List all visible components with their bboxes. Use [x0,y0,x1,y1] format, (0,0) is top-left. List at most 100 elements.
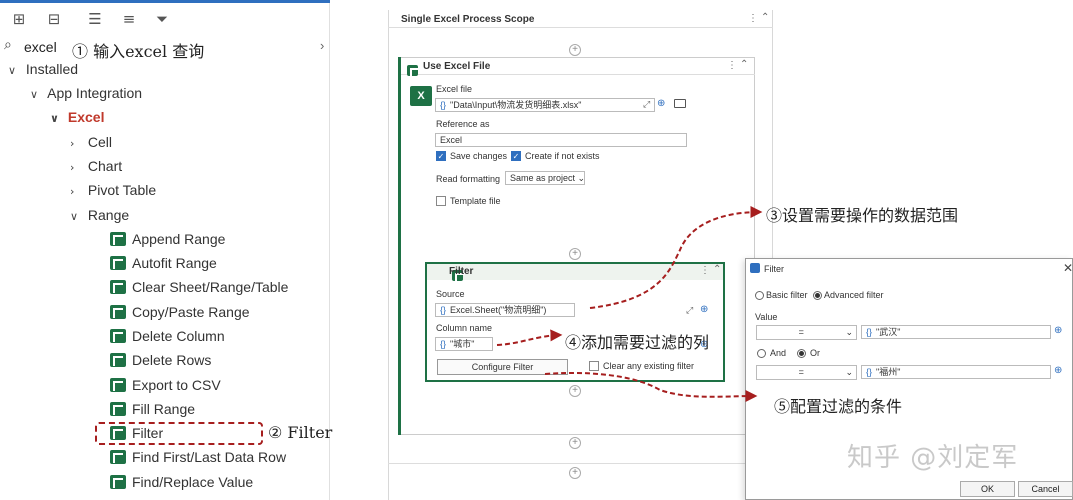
activity-fill-range[interactable]: Fill Range [110,397,195,421]
chevron-right-icon: › [70,137,75,150]
plus-icon[interactable]: ⊕ [1054,365,1062,376]
activity-accent-bar [398,57,401,435]
activity-append-range[interactable]: Append Range [110,227,225,251]
activity-label: Export to CSV [132,377,221,393]
excel-activity-icon [110,256,126,270]
source-label: Source [436,289,465,299]
search-icon: ⌕ [4,37,12,53]
source-value: Excel.Sheet("物流明细") [450,305,547,315]
chevron-down-icon: ∨ [50,112,59,125]
excel-file-value: "Data\Input\物流发货明细表.xlsx" [450,100,582,110]
or-label: Or [810,348,820,358]
close-icon[interactable]: ✕ [1063,261,1073,275]
tree-label: Range [87,207,130,223]
activity-find-first-last[interactable]: Find First/Last Data Row [110,445,286,469]
more-options-icon[interactable]: ⋮ [727,60,737,71]
tree-excel[interactable]: ∨ Excel [50,105,104,129]
tree-label: Installed [25,61,79,77]
activity-label: Copy/Paste Range [132,304,250,320]
value-field-2[interactable]: {} "福州" [861,365,1051,379]
excel-activity-icon [110,353,126,367]
folder-icon[interactable] [674,99,686,108]
activity-export-csv[interactable]: Export to CSV [110,373,221,397]
value-1: "武汉" [876,327,901,337]
activity-copy-paste-range[interactable]: Copy/Paste Range [110,300,250,324]
cancel-button[interactable]: Cancel [1018,481,1073,497]
and-label: And [770,348,787,358]
clear-existing-checkbox[interactable] [589,361,599,371]
add-activity-icon[interactable]: + [569,248,581,260]
filter-icon[interactable]: ⏷ [153,10,171,28]
create-if-not-exists-label: Create if not exists [525,151,600,161]
create-if-not-exists-checkbox[interactable]: ✓ [511,151,521,161]
activity-delete-rows[interactable]: Delete Rows [110,348,211,372]
add-activity-icon[interactable]: + [569,44,581,56]
expand-all-icon[interactable]: ⊞ [10,10,28,28]
collapse-icon[interactable]: ⌃ [740,59,748,70]
collapse-all-icon[interactable]: ⊟ [45,10,63,28]
read-formatting-value: Same as project [510,173,576,183]
tree-cell[interactable]: › Cell [70,130,112,154]
excel-logo-icon: X [410,86,432,106]
search-clear-icon[interactable]: › [320,38,324,53]
configure-filter-button[interactable]: Configure Filter [437,359,568,375]
activity-label: Delete Rows [132,352,212,368]
excel-activity-icon [110,232,126,246]
and-radio[interactable] [757,349,766,358]
operator-select-2[interactable]: = ⌄ [756,365,857,380]
dialog-title: Filter [764,264,784,274]
plus-icon[interactable]: ⊕ [657,98,665,109]
operator-select-1[interactable]: = ⌄ [756,325,857,340]
tree-label: App Integration [47,85,143,101]
activity-clear-sheet[interactable]: Clear Sheet/Range/Table [110,275,288,299]
tree-pivot-table[interactable]: › Pivot Table [70,178,156,202]
expression-icon: {} [866,367,873,377]
ok-button[interactable]: OK [960,481,1015,497]
tree-range[interactable]: ∨ Range [70,203,129,227]
sort-icon[interactable]: ☰ [86,10,104,28]
tree-chart[interactable]: › Chart [70,154,122,178]
expand-editor-icon[interactable]: ⤢ [686,305,693,316]
tree-app-integration[interactable]: ∨ App Integration [30,81,142,105]
read-formatting-select[interactable]: Same as project ⌄ [505,171,585,185]
collapse-icon[interactable]: ⌃ [713,264,721,275]
chevron-right-icon: › [70,161,75,174]
activity-autofit-range[interactable]: Autofit Range [110,251,217,275]
reference-field[interactable]: Excel [435,133,687,147]
more-options-icon[interactable]: ⋮ [700,265,710,276]
activity-delete-column[interactable]: Delete Column [110,324,225,348]
add-activity-icon[interactable]: + [569,467,581,479]
activity-find-replace[interactable]: Find/Replace Value [110,470,253,494]
tree-installed[interactable]: ∨ Installed [8,57,78,81]
save-changes-label: Save changes [450,151,508,161]
scope-title: Single Excel Process Scope [401,14,535,25]
read-formatting-label: Read formatting [436,174,501,184]
excel-file-label: Excel file [436,84,473,94]
plus-icon[interactable]: ⊕ [1054,325,1062,336]
plus-icon[interactable]: ⊕ [700,304,708,315]
excel-activity-icon [110,402,126,416]
basic-filter-radio[interactable] [755,291,764,300]
value-field-1[interactable]: {} "武汉" [861,325,1051,339]
more-options-icon[interactable]: ⋮ [748,13,758,24]
activity-label: Clear Sheet/Range/Table [132,279,289,295]
or-radio[interactable] [797,349,806,358]
advanced-filter-radio[interactable] [813,291,822,300]
add-activity-icon[interactable]: + [569,385,581,397]
annotation-4: ④添加需要过滤的列 [565,333,710,352]
chevron-down-icon: ⌄ [845,367,853,377]
source-field[interactable]: {} Excel.Sheet("物流明细") [435,303,575,317]
list-view-icon[interactable]: ≡ [120,10,138,28]
expand-editor-icon[interactable]: ⤢ [643,99,650,110]
activity-label: Fill Range [132,401,196,417]
expression-icon: {} [440,100,447,110]
add-activity-icon[interactable]: + [569,437,581,449]
template-file-checkbox[interactable] [436,196,446,206]
collapse-icon[interactable]: ⌃ [761,12,769,23]
excel-file-field[interactable]: {} "Data\Input\物流发货明细表.xlsx" [435,98,655,112]
column-name-field[interactable]: {} "城市" [435,337,493,351]
expression-icon: {} [440,305,447,315]
save-changes-checkbox[interactable]: ✓ [436,151,446,161]
use-excel-title: Use Excel File [423,61,491,72]
expression-icon: {} [440,339,447,349]
